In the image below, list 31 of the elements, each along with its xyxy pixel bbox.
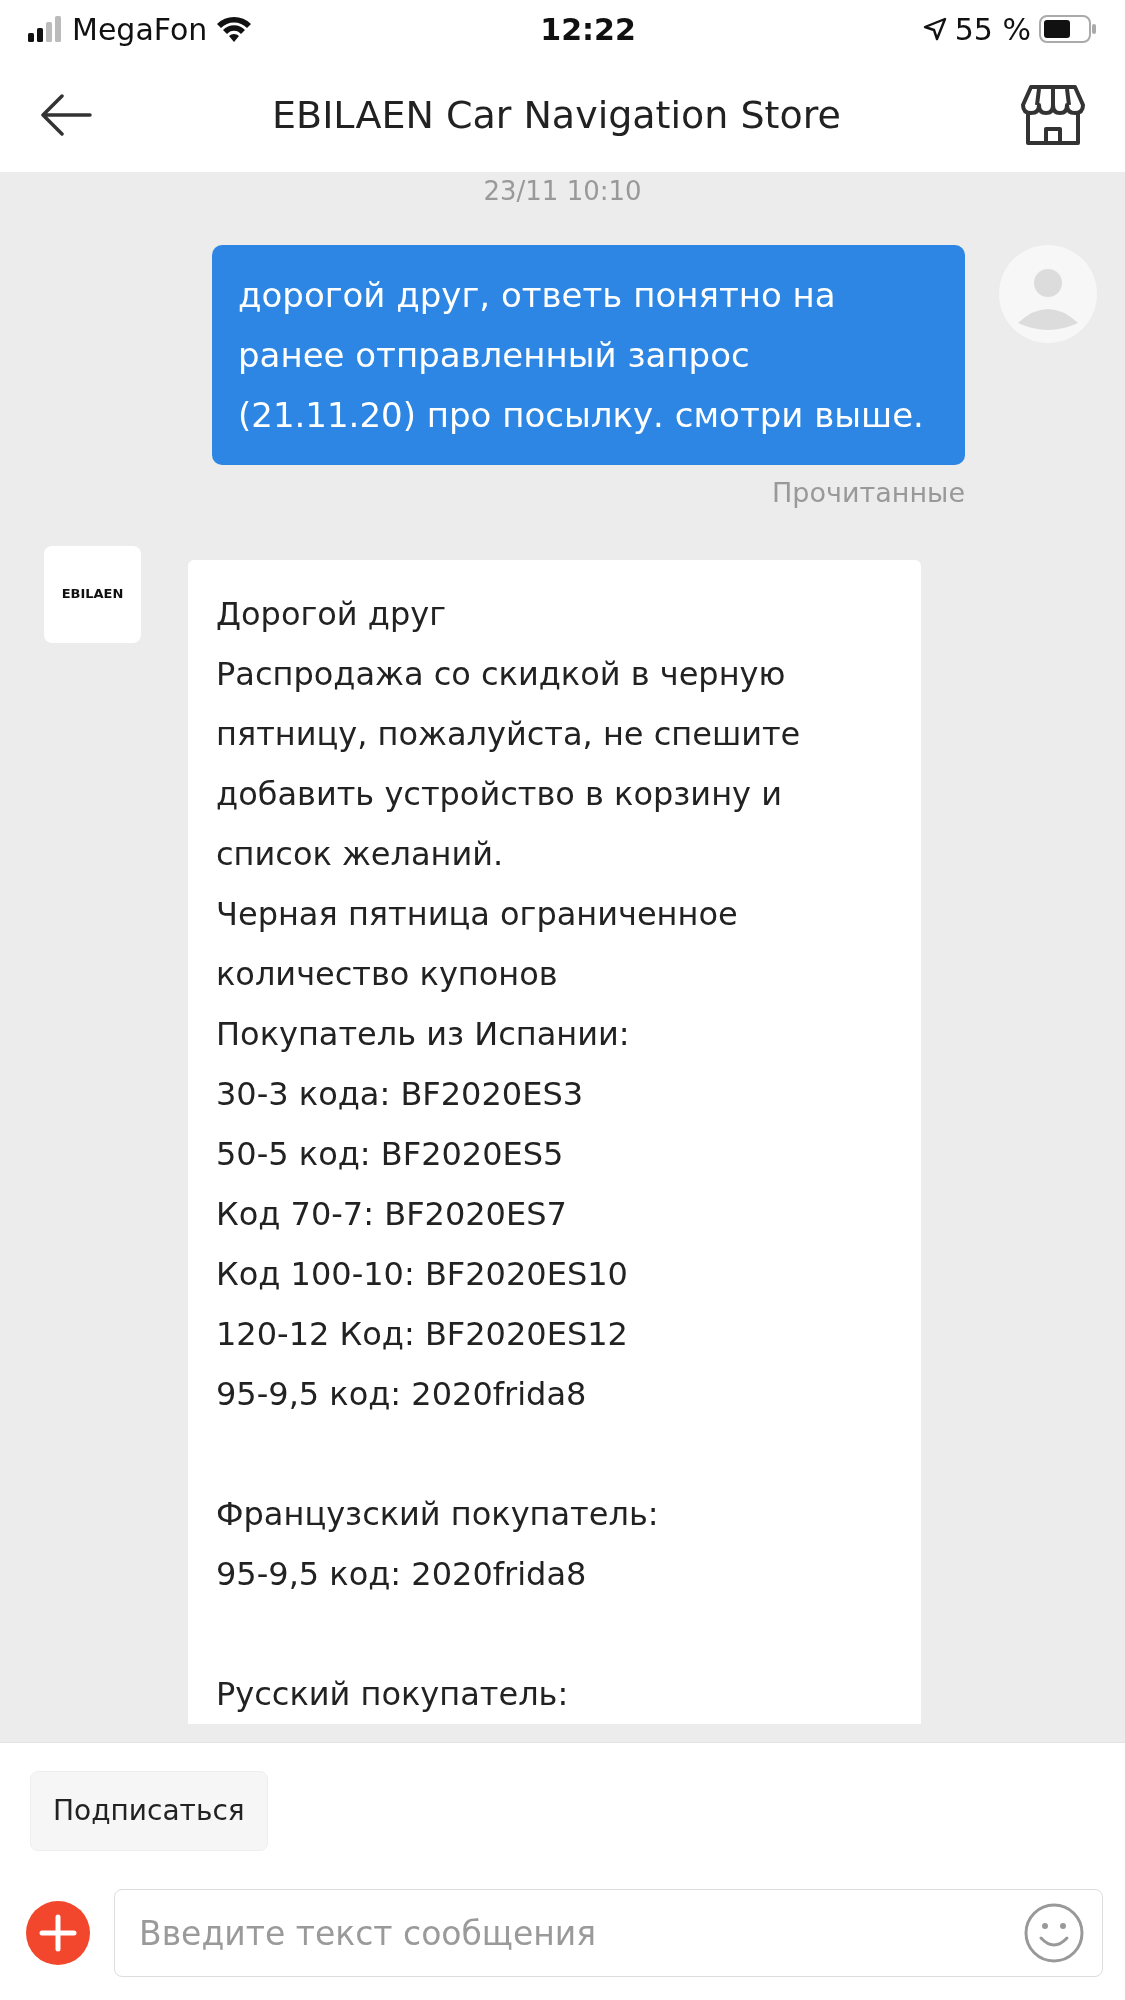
message-line: 120-12 Код: BF2020ES12: [216, 1313, 629, 1355]
timestamp: 23/11 10:10: [483, 175, 642, 206]
store-title: EBILAEN Car Navigation Store: [272, 91, 841, 139]
message-line: Код 70-7: BF2020ES7: [216, 1193, 568, 1235]
location-arrow-icon: [922, 17, 947, 41]
signal-icon: [28, 16, 64, 42]
message-line: 95-9,5 код: 2020frida8: [216, 1373, 588, 1415]
message-line: Французский покупатель:: [216, 1493, 660, 1535]
store-logo: EBILAEN: [44, 545, 141, 643]
message-bubble: дорогой друг, ответь понятно на ранее отправленный запрос (21.11.20) про посылку. смотри выше.: [212, 245, 965, 465]
add-icon[interactable]: [26, 1901, 90, 1965]
message-line: Дорогой друг: [216, 593, 447, 635]
message-line: Русский покупатель:: [216, 1673, 570, 1715]
message-line: Код 100-10: BF2020ES10: [216, 1253, 629, 1295]
message-line: 95-9,5 код: 2020frida8: [216, 1553, 588, 1595]
carrier-name: MegaFon: [72, 10, 208, 49]
wifi-icon: [215, 15, 254, 43]
message-line: 30-3 кода: BF2020ES3: [216, 1073, 585, 1115]
message-line: 50-5 код: BF2020ES5: [216, 1133, 565, 1175]
storefront-icon[interactable]: [1021, 85, 1085, 145]
message-input[interactable]: Введите текст сообщения: [114, 1889, 1103, 1977]
message-line: Распродажа со скидкой в черную пятницу, пожалуйста, не спешите добавить устройство в корзину и список желаний.: [216, 653, 802, 875]
battery-icon: [1039, 15, 1097, 43]
message-line: Покупатель из Испании:: [216, 1013, 631, 1055]
read-receipt: Прочитанные: [772, 476, 965, 510]
battery-percent: 55 %: [954, 10, 1031, 49]
subscribe-button[interactable]: Подписаться: [30, 1771, 268, 1851]
emoji-icon[interactable]: [1023, 1902, 1085, 1964]
back-arrow-icon[interactable]: [40, 94, 92, 136]
clock: 12:22: [540, 10, 636, 49]
message-line: Черная пятница ограниченное количество купонов: [216, 893, 739, 995]
